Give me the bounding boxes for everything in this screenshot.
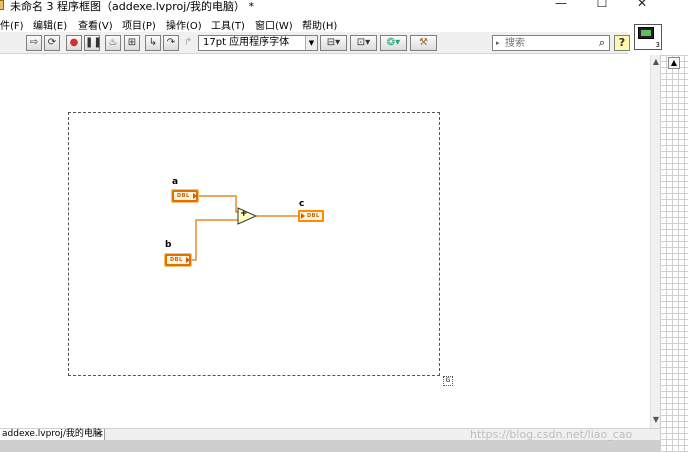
input-arrow-icon [301, 213, 305, 219]
clean-up-diagram-icon[interactable]: ⚒ [410, 35, 437, 51]
output-arrow-icon [186, 257, 190, 263]
abort-icon[interactable]: ● [66, 35, 82, 51]
chevron-down-icon: ▼ [305, 36, 317, 50]
sequence-structure[interactable] [68, 112, 440, 376]
toolbar: ⇨ ⟳ ● ❚❚ ♨ ⊞ ↳ ↷ ↱ 17pt 应用程序字体 ▼ ⊟▾ ⊡▾ ❂… [0, 32, 630, 54]
run-arrow-icon[interactable]: ⇨ [26, 35, 42, 51]
labview-block-diagram-icon [0, 0, 4, 10]
font-select-value: 17pt 应用程序字体 [203, 37, 290, 48]
font-select[interactable]: 17pt 应用程序字体 ▼ [198, 35, 318, 51]
indicator-c-terminal[interactable]: DBL [298, 210, 324, 222]
step-over-icon[interactable]: ↷ [163, 35, 179, 51]
context-help-button[interactable]: ? [614, 35, 630, 51]
vi-icon-number: 3 [655, 41, 660, 49]
chevron-left-icon[interactable]: < [96, 429, 104, 440]
menu-help[interactable]: 帮助(H) [302, 17, 337, 32]
vertical-scrollbar[interactable]: ▲ ▼ [650, 55, 660, 428]
add-function-symbol: + [240, 209, 248, 219]
menu-window[interactable]: 窗口(W) [255, 17, 293, 32]
indicator-c-label: c [299, 199, 305, 209]
menu-operate[interactable]: 操作(O) [166, 17, 202, 32]
search-icon[interactable]: ⌕ [599, 36, 605, 50]
close-button[interactable]: ✕ [632, 0, 652, 12]
vi-icon[interactable]: 3 [634, 24, 662, 50]
resize-handle[interactable]: G [443, 376, 453, 386]
pause-icon[interactable]: ❚❚ [84, 35, 102, 51]
watermark-text: https://blog.csdn.net/liao_cao [470, 428, 633, 441]
control-a-label: a [172, 177, 179, 187]
search-input[interactable] [505, 36, 589, 50]
control-b-terminal[interactable]: DBL [164, 253, 192, 267]
search-box[interactable]: ▸ ⌕ [492, 35, 610, 51]
align-objects-icon[interactable]: ⊟▾ [320, 35, 347, 51]
caret-right-icon: ▸ [496, 39, 500, 47]
control-a-type: DBL [177, 193, 190, 199]
monitor-icon [638, 27, 654, 39]
highlight-execution-icon[interactable]: ♨ [105, 35, 121, 51]
step-into-icon[interactable]: ↳ [145, 35, 161, 51]
control-b-type: DBL [170, 257, 183, 263]
control-a-terminal[interactable]: DBL [171, 189, 199, 203]
menu-edit[interactable]: 编辑(E) [33, 17, 67, 32]
menu-project[interactable]: 项目(P) [122, 17, 156, 32]
window-title: 未命名 3 程序框图（addexe.lvproj/我的电脑） * [10, 0, 255, 13]
menu-tools[interactable]: 工具(T) [211, 17, 245, 32]
minimize-button[interactable]: — [551, 0, 571, 12]
title-bar: 未命名 3 程序框图（addexe.lvproj/我的电脑） * — ☐ ✕ [0, 0, 688, 14]
front-panel-grid: ▲ [660, 55, 688, 452]
menu-file[interactable]: 件(F) [0, 17, 24, 32]
reorder-icon[interactable]: ❂▾ [380, 35, 407, 51]
menu-view[interactable]: 查看(V) [78, 17, 113, 32]
horizontal-scrollbar[interactable] [0, 440, 660, 452]
chevron-up-icon[interactable]: ▲ [668, 57, 680, 69]
maximize-button[interactable]: ☐ [592, 0, 612, 12]
distribute-objects-icon[interactable]: ⊡▾ [350, 35, 377, 51]
menu-bar: 件(F) 编辑(E) 查看(V) 项目(P) 操作(O) 工具(T) 窗口(W)… [0, 14, 688, 32]
step-out-icon[interactable]: ↱ [180, 35, 196, 51]
run-continuously-icon[interactable]: ⟳ [44, 35, 60, 51]
control-b-label: b [165, 240, 172, 250]
indicator-c-type: DBL [307, 213, 320, 219]
retain-wire-values-icon[interactable]: ⊞ [124, 35, 140, 51]
output-arrow-icon [193, 193, 197, 199]
